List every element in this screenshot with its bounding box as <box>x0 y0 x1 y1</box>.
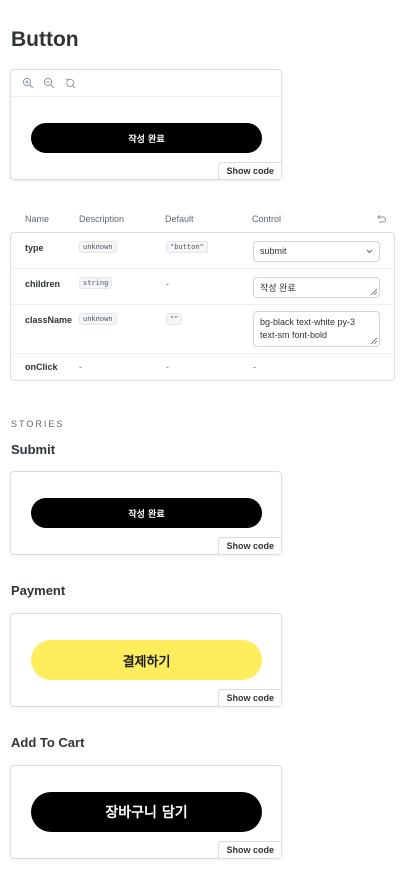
type-select[interactable]: submit <box>253 241 380 262</box>
arg-default: - <box>166 279 169 289</box>
preview-button[interactable]: 작성 완료 <box>31 123 262 153</box>
show-code-button[interactable]: Show code <box>218 162 281 179</box>
zoom-in-icon[interactable] <box>21 77 34 90</box>
children-textarea[interactable]: 작성 완료 <box>253 277 380 298</box>
arg-default: "" <box>166 313 183 325</box>
zoom-out-icon[interactable] <box>42 77 55 90</box>
chevron-down-icon <box>366 249 373 254</box>
arg-name: type <box>25 243 44 253</box>
page-title: Button <box>11 28 79 51</box>
arg-type: unknown <box>79 241 117 253</box>
submit-button[interactable]: 작성 완료 <box>31 498 262 528</box>
children-textarea-value: 작성 완료 <box>260 283 296 293</box>
arg-name: onClick <box>25 362 58 372</box>
type-select-value: submit <box>260 246 287 257</box>
reset-controls-icon[interactable] <box>375 213 387 225</box>
story-title-add-to-cart: Add To Cart <box>11 735 85 750</box>
primary-preview: 작성 완료 Show code <box>10 69 282 180</box>
preview-toolbar <box>11 70 281 97</box>
arg-name: className <box>25 315 73 325</box>
header-default: Default <box>165 214 194 224</box>
arg-control: - <box>253 362 256 372</box>
show-code-button[interactable]: Show code <box>218 841 281 858</box>
header-name: Name <box>25 214 50 224</box>
story-title-submit: Submit <box>11 442 56 457</box>
show-code-button[interactable]: Show code <box>218 537 281 554</box>
resize-grip-icon[interactable] <box>371 289 377 295</box>
stories-section-label: STORIES <box>11 419 65 429</box>
arg-default: "button" <box>166 241 208 253</box>
preview-canvas: 작성 완료 Show code <box>11 97 281 179</box>
args-table: type unknown "button" submit children st… <box>10 232 395 381</box>
payment-button[interactable]: 결제하기 <box>31 640 262 680</box>
arg-type: unknown <box>79 313 117 325</box>
story-preview-payment: 결제하기 Show code <box>10 613 282 707</box>
header-control: Control <box>252 214 282 224</box>
table-row: onClick - - - <box>11 354 394 380</box>
story-preview-submit: 작성 완료 Show code <box>10 471 282 555</box>
story-title-payment: Payment <box>11 583 66 598</box>
arg-default: - <box>166 362 169 372</box>
resize-grip-icon[interactable] <box>371 338 377 344</box>
table-row: children string - 작성 완료 <box>11 269 394 305</box>
args-table-header: Name Description Default Control <box>10 208 395 230</box>
story-canvas: 장바구니 담기 Show code <box>11 766 281 858</box>
show-code-button[interactable]: Show code <box>218 689 281 706</box>
header-description: Description <box>79 214 125 224</box>
classname-textarea-value: bg-black text-white py-3 text-sm font-bo… <box>260 317 356 340</box>
arg-type: string <box>79 277 113 289</box>
add-to-cart-button[interactable]: 장바구니 담기 <box>31 792 262 832</box>
story-canvas: 결제하기 Show code <box>11 614 281 706</box>
classname-textarea[interactable]: bg-black text-white py-3 text-sm font-bo… <box>253 311 380 347</box>
arg-type: - <box>79 362 82 372</box>
story-canvas: 작성 완료 Show code <box>11 472 281 554</box>
table-row: type unknown "button" submit <box>11 233 394 269</box>
table-row: className unknown "" bg-black text-white… <box>11 305 394 354</box>
arg-name: children <box>25 279 61 289</box>
story-preview-add-to-cart: 장바구니 담기 Show code <box>10 765 282 859</box>
reset-zoom-icon[interactable] <box>63 77 76 90</box>
